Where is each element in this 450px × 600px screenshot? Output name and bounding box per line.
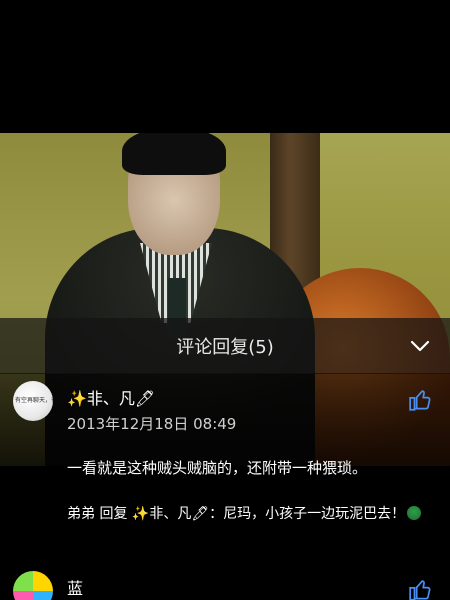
avatar[interactable] [13, 571, 53, 600]
thumbs-up-icon[interactable] [408, 387, 434, 413]
comment-reply: 弟弟 回复 ✨非、凡🖊：尼玛，小孩子一边玩泥巴去！ [67, 503, 439, 525]
comment-timestamp: 2013年12月18日 08:49 [67, 415, 237, 433]
avatar-text: 有空再聊天，有你叫 [15, 397, 53, 404]
comment-text: 一看就是这种贼头贼脑的，还附带一种猥琐。 [67, 459, 368, 477]
reply-to[interactable]: ✨非、凡🖊 [132, 506, 209, 522]
photo-person-hair [122, 133, 226, 175]
reply-content: ：尼玛，小孩子一边玩泥巴去！ [209, 506, 406, 522]
comment-list[interactable]: 有空再聊天，有你叫 ✨非、凡🖊 2013年12月18日 08:49 一看就是这种… [0, 373, 450, 600]
thumbs-up-icon[interactable] [408, 577, 434, 600]
comment-header-bar: 评论回复(5) [0, 318, 450, 374]
comment-header-title: 评论回复(5) [176, 336, 274, 358]
reply-from[interactable]: 弟弟 [67, 506, 95, 522]
turtle-emoji-icon [407, 506, 422, 520]
comment-author-name[interactable]: ✨非、凡🖊 [67, 385, 155, 409]
reply-verb: 回复 [99, 506, 128, 522]
avatar[interactable]: 有空再聊天，有你叫 [13, 381, 53, 421]
chevron-down-icon[interactable] [408, 334, 432, 358]
comment-author-name[interactable]: 蓝 [67, 575, 83, 599]
